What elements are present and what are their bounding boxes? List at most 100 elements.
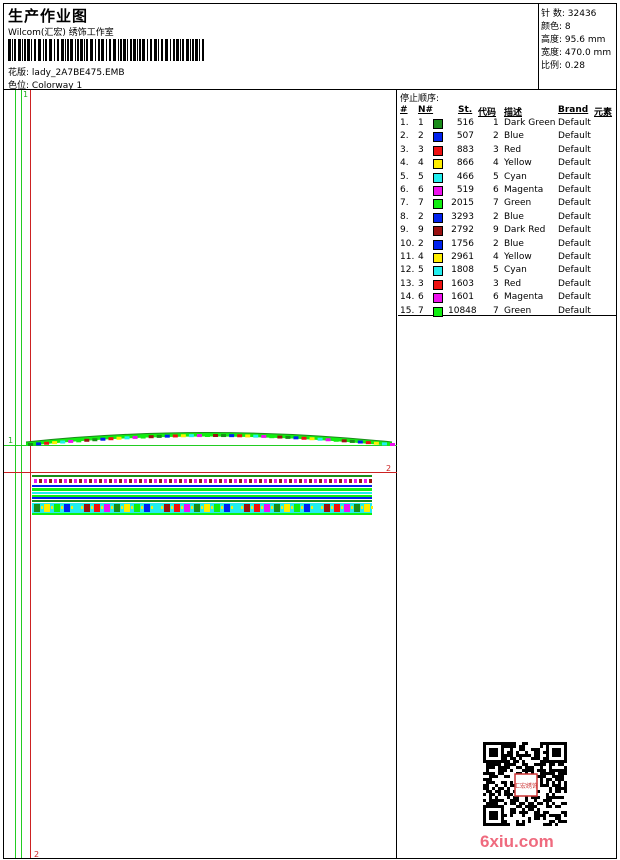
- border-dot: [191, 506, 193, 509]
- row-stitches: 1603: [451, 278, 474, 289]
- barcode-bar: [80, 39, 83, 61]
- border-dot: [301, 506, 303, 509]
- qr-module: [561, 802, 564, 805]
- qr-module: [546, 781, 549, 784]
- qr-module: [513, 757, 516, 760]
- border-stitch: [179, 479, 182, 483]
- row-code: 7: [493, 198, 499, 209]
- qr-module: [537, 757, 540, 760]
- qr-module: [549, 769, 552, 772]
- arc-bead: [204, 434, 210, 438]
- qr-module: [564, 820, 567, 823]
- border-dot: [141, 506, 143, 509]
- border-dot: [171, 506, 173, 509]
- arc-bead: [373, 441, 379, 445]
- border-stitch: [289, 479, 292, 483]
- qr-module: [525, 766, 528, 769]
- row-code: 7: [493, 305, 499, 316]
- barcode-bar: [113, 39, 116, 61]
- border-block: [234, 504, 240, 512]
- qr-module: [528, 817, 531, 820]
- qr-module: [546, 793, 549, 796]
- qr-module: [537, 817, 540, 820]
- border-dot: [101, 506, 103, 509]
- qr-module: [507, 760, 510, 763]
- qr-module: [555, 823, 558, 826]
- arc-bead: [92, 438, 98, 442]
- border-stitch: [39, 479, 42, 483]
- arc-bead: [52, 441, 58, 445]
- qr-module: [552, 814, 555, 817]
- qr-module: [498, 790, 501, 793]
- barcode-bar: [186, 39, 189, 61]
- qr-module: [492, 772, 495, 775]
- qr-module: [540, 760, 543, 763]
- color-swatch: [433, 172, 443, 183]
- stat-colors: 颜色: 8: [541, 19, 571, 32]
- qr-module: [519, 802, 522, 805]
- qr-module: [558, 787, 561, 790]
- stat-scale: 比例: 0.28: [541, 58, 585, 71]
- row-description: Red: [504, 278, 522, 289]
- qr-module: [507, 754, 510, 757]
- row-description: Magenta: [504, 185, 544, 195]
- row-stitches: 2015: [451, 198, 474, 209]
- qr-module: [540, 802, 543, 805]
- qr-module: [507, 793, 510, 796]
- border-block: [334, 504, 340, 512]
- qr-module: [510, 802, 513, 805]
- row-stitches: 516: [456, 118, 474, 128]
- qr-module: [507, 763, 510, 766]
- barcode-bar: [133, 39, 136, 61]
- qr-module: [540, 766, 543, 769]
- color-swatch: [433, 253, 443, 263]
- qr-module: [534, 754, 537, 757]
- qr-module: [552, 820, 555, 823]
- qr-module: [522, 745, 525, 748]
- qr-module: [564, 784, 567, 787]
- border-dot: [251, 506, 253, 509]
- barcode-bar: [45, 39, 47, 61]
- qr-module: [504, 790, 507, 793]
- sequence-row: 10. 2 1756 2 Blue Default: [398, 239, 616, 252]
- qr-module: [543, 799, 546, 802]
- stat-stitches: 针 数: 32436: [541, 6, 596, 19]
- arc-bead: [28, 443, 33, 446]
- qr-module: [552, 775, 555, 778]
- qr-module: [486, 790, 489, 793]
- border-block: [194, 504, 200, 512]
- qr-module: [555, 775, 558, 778]
- qr-module: [555, 814, 558, 817]
- border-dot: [131, 506, 133, 509]
- qr-module: [528, 769, 531, 772]
- qr-module: [510, 745, 513, 748]
- barcode-bar: [137, 39, 138, 61]
- barcode-bar: [127, 39, 128, 61]
- qr-module: [534, 751, 537, 754]
- qr-module: [513, 745, 516, 748]
- row-brand: Default: [558, 158, 591, 169]
- qr-module: [510, 769, 513, 772]
- row-stitches: 866: [456, 158, 474, 169]
- row-needle: 6: [418, 185, 424, 195]
- qr-module: [501, 781, 504, 784]
- border-dot: [241, 506, 243, 509]
- border-stitch: [124, 479, 127, 483]
- qr-module: [564, 790, 567, 793]
- qr-module: [552, 763, 555, 766]
- row-code: 2: [493, 238, 499, 249]
- qr-module: [561, 811, 564, 814]
- row-needle: 3: [418, 278, 424, 289]
- qr-module: [522, 748, 525, 751]
- barcode: [8, 39, 204, 61]
- qr-module: [534, 811, 537, 814]
- qr-module: [537, 802, 540, 805]
- color-swatch: [433, 239, 443, 250]
- qr-module: [555, 787, 558, 790]
- barcode-bar: [139, 39, 141, 61]
- qr-module: [528, 805, 531, 808]
- qr-module: [507, 823, 510, 826]
- border-stitch: [314, 479, 317, 483]
- sequence-row: 7. 7 2015 7 Green Default: [398, 198, 616, 211]
- color-swatch: [433, 266, 443, 277]
